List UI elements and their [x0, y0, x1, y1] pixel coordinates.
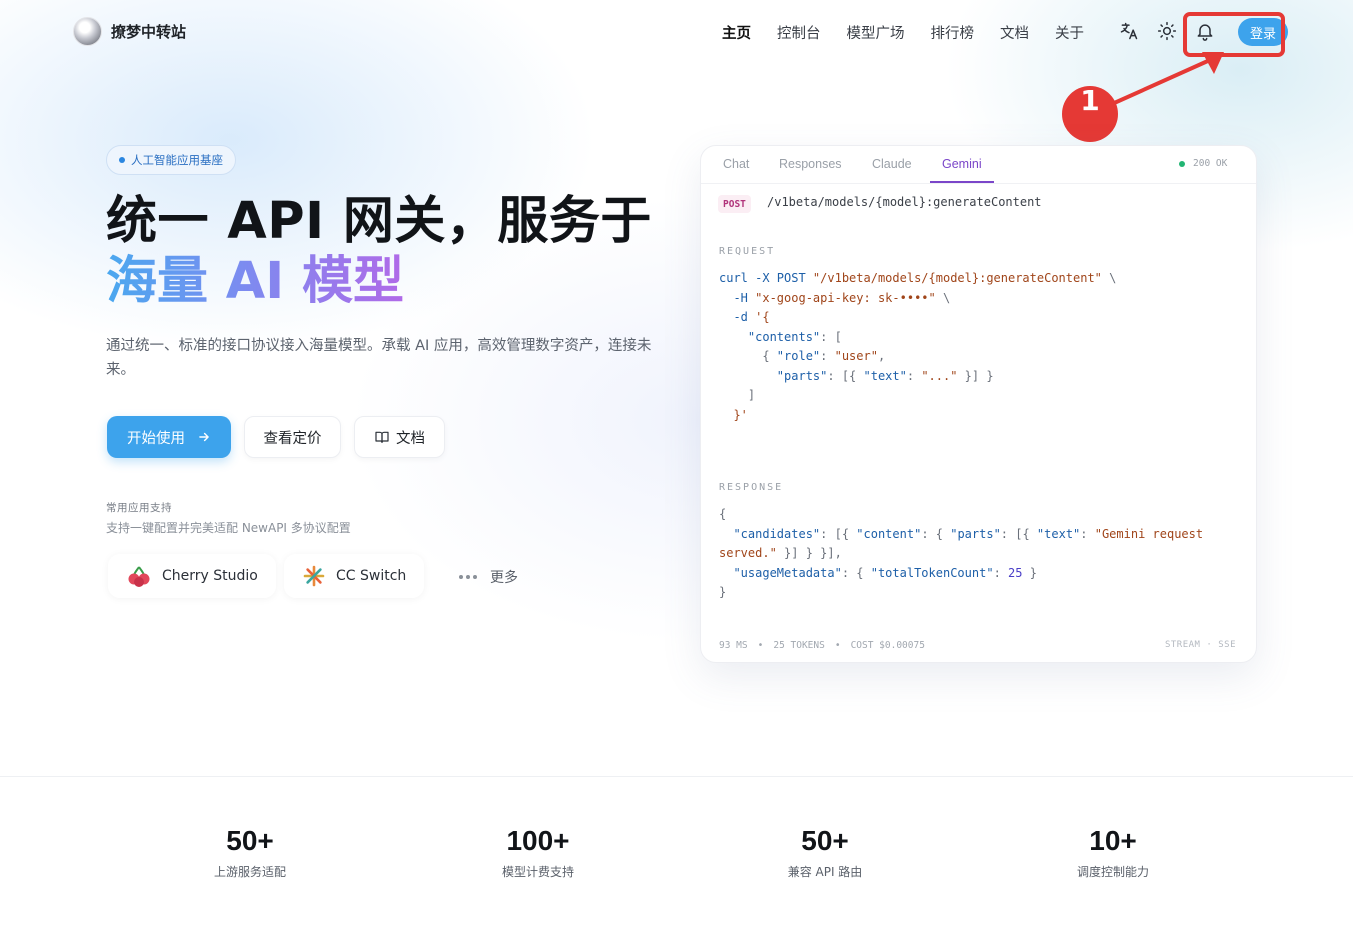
- hero-description: 通过统一、标准的接口协议接入海量模型。承载 AI 应用，高效管理数字资产，连接未…: [106, 338, 652, 378]
- nav-item-leaderboard[interactable]: 排行榜: [931, 22, 975, 43]
- more-apps-link[interactable]: 更多: [458, 567, 518, 587]
- nav-item-model-square[interactable]: 模型广场: [847, 22, 905, 43]
- annotation-step-number: 1: [1080, 84, 1100, 117]
- cherry-studio-logo: [128, 566, 150, 587]
- support-title: 常用应用支持: [106, 502, 172, 514]
- sun-icon[interactable]: [1156, 20, 1178, 42]
- hero-badge: 人工智能应用基座: [106, 145, 236, 175]
- brand-logo: [73, 17, 102, 46]
- http-method-badge: POST: [718, 195, 751, 213]
- docs-label: 文档: [396, 430, 425, 447]
- nav-item-home[interactable]: 主页: [722, 22, 751, 43]
- stat-value: 100+: [506, 825, 570, 856]
- stats-section: 50+ 上游服务适配 100+ 模型计费支持 50+ 兼容 API 路由 10+…: [0, 776, 1353, 936]
- metric-cost: COST $0.00075: [850, 640, 925, 651]
- tab-responses[interactable]: Responses: [779, 157, 842, 171]
- metric-latency: 93 MS: [719, 640, 748, 651]
- app-name-cc-switch: CC Switch: [336, 568, 407, 584]
- nav-item-docs[interactable]: 文档: [1000, 22, 1029, 43]
- request-label: REQUEST: [719, 246, 776, 257]
- status-dot: [1179, 160, 1185, 167]
- stat-value: 10+: [1089, 825, 1137, 856]
- stat-billing: 100+ 模型计费支持: [438, 825, 638, 880]
- view-pricing-button[interactable]: 查看定价: [244, 416, 341, 458]
- support-subtitle: 支持一键配置并完美适配 NewAPI 多协议配置: [106, 521, 351, 535]
- main-nav: 主页 控制台 模型广场 排行榜 文档 关于: [722, 22, 1084, 43]
- stat-label: 上游服务适配: [213, 865, 286, 879]
- tab-chat[interactable]: Chat: [723, 157, 749, 171]
- stat-scheduling: 10+ 调度控制能力: [1013, 825, 1213, 880]
- active-tab-indicator: [930, 181, 994, 183]
- stream-mode-label: STREAM · SSE: [1164, 640, 1236, 650]
- more-dots-icon: [459, 575, 477, 579]
- stat-value: 50+: [801, 825, 849, 856]
- endpoint-path: /v1beta/models/{model}:generateContent: [767, 195, 1042, 209]
- request-code-block: curl -X POST "/v1beta/models/{model}:gen…: [719, 271, 1117, 422]
- badge-label: 人工智能应用基座: [131, 153, 223, 167]
- more-apps-label: 更多: [490, 570, 518, 586]
- hero-headline-line2: 海量 AI 模型: [106, 250, 404, 314]
- stat-label: 模型计费支持: [501, 865, 574, 879]
- app-name-cherry-studio: Cherry Studio: [162, 568, 258, 584]
- stat-routes: 50+ 兼容 API 路由: [725, 825, 925, 880]
- stat-label: 兼容 API 路由: [787, 865, 863, 879]
- stat-label: 调度控制能力: [1076, 865, 1149, 879]
- view-pricing-label: 查看定价: [263, 430, 322, 447]
- hero-headline-line1: 统一 API 网关，服务于: [106, 192, 652, 251]
- response-label: RESPONSE: [719, 482, 784, 493]
- badge-dot: [119, 157, 125, 163]
- app-chip-cc-switch[interactable]: CC Switch: [284, 554, 425, 598]
- docs-button[interactable]: 文档: [354, 416, 445, 458]
- tab-claude[interactable]: Claude: [872, 157, 912, 171]
- get-started-label: 开始使用: [127, 430, 185, 447]
- response-code-block: { "candidates": [{ "content": { "parts":…: [719, 507, 1204, 599]
- book-icon: [375, 431, 389, 443]
- stat-value: 50+: [226, 825, 274, 856]
- arrow-right-icon: [199, 432, 209, 442]
- protocol-tabs: Chat Responses Claude Gemini 200 OK: [701, 146, 1256, 184]
- response-status: 200 OK: [1179, 158, 1227, 169]
- metric-tokens: 25 TOKENS: [773, 640, 825, 651]
- nav-item-console[interactable]: 控制台: [777, 22, 821, 43]
- stat-upstream: 50+ 上游服务适配: [150, 825, 350, 880]
- metric-separator: •: [757, 640, 764, 651]
- brand-name: 撩梦中转站: [111, 23, 187, 41]
- api-example-card: Chat Responses Claude Gemini 200 OK POST…: [700, 145, 1257, 663]
- request-metrics: 93 MS • 25 TOKENS • COST $0.00075: [719, 640, 925, 651]
- brand[interactable]: 撩梦中转站: [73, 17, 186, 46]
- translate-icon[interactable]: [1118, 20, 1140, 42]
- cc-switch-logo: [303, 565, 325, 587]
- metric-separator: •: [834, 640, 841, 651]
- status-text: 200 OK: [1193, 158, 1228, 169]
- get-started-button[interactable]: 开始使用: [107, 416, 231, 458]
- app-chip-cherry-studio[interactable]: Cherry Studio: [108, 554, 276, 598]
- annotation-step-badge: 1: [1062, 86, 1118, 142]
- tab-gemini[interactable]: Gemini: [942, 157, 982, 171]
